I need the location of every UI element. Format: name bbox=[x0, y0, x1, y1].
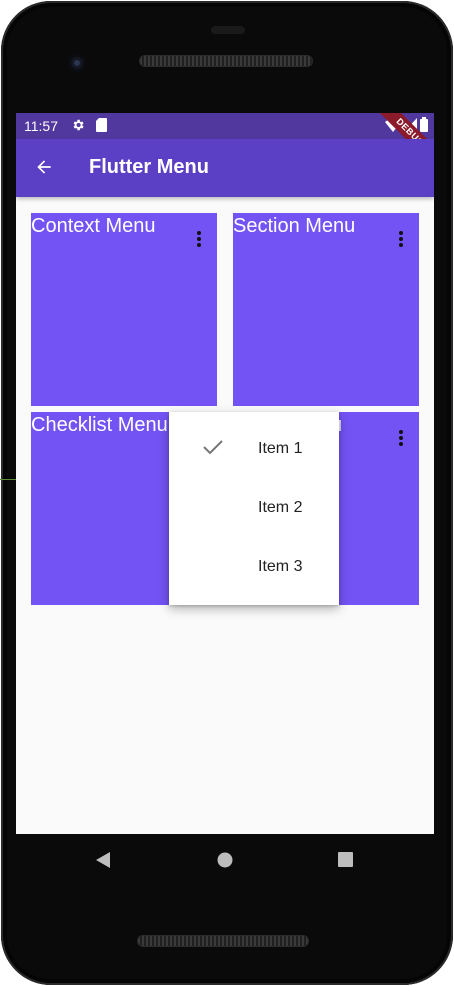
front-camera bbox=[68, 54, 86, 72]
status-bar: 11:57 DEBUG bbox=[16, 113, 434, 174]
popup-menu: Item 1 Item 2 Item 3 bbox=[169, 412, 339, 605]
system-nav-bar bbox=[16, 834, 434, 886]
menu-item-label: Item 1 bbox=[258, 440, 303, 457]
arrow-back-icon[interactable] bbox=[34, 157, 54, 182]
more-vert-icon[interactable] bbox=[398, 230, 404, 253]
gear-icon bbox=[71, 118, 85, 135]
menu-item-3[interactable]: Item 3 bbox=[169, 538, 339, 597]
home-circle-icon[interactable] bbox=[217, 852, 233, 873]
menu-item-label: Item 2 bbox=[258, 499, 303, 516]
card-label: Context Menu bbox=[31, 215, 156, 237]
card-label: Checklist Menu bbox=[31, 414, 168, 436]
context-menu-card[interactable]: Context Menu bbox=[31, 213, 217, 406]
back-triangle-icon[interactable] bbox=[96, 852, 110, 873]
battery-icon bbox=[420, 117, 428, 132]
sd-card-icon bbox=[96, 118, 107, 135]
card-label: Section Menu bbox=[233, 215, 356, 237]
proximity-sensor bbox=[211, 26, 245, 34]
app-bar: Flutter Menu bbox=[16, 139, 434, 197]
check-icon bbox=[203, 439, 223, 460]
app-screen: 11:57 DEBUG Flutter Menu Context Menu Se… bbox=[16, 113, 434, 834]
more-vert-icon[interactable] bbox=[398, 429, 404, 452]
section-menu-card[interactable]: Section Menu bbox=[233, 213, 419, 406]
menu-item-2[interactable]: Item 2 bbox=[169, 479, 339, 538]
menu-item-1[interactable]: Item 1 bbox=[169, 420, 339, 479]
recents-square-icon[interactable] bbox=[338, 852, 353, 872]
bottom-speaker-grille bbox=[138, 936, 308, 946]
top-speaker-grille bbox=[140, 56, 312, 66]
app-bar-title: Flutter Menu bbox=[89, 156, 209, 178]
status-time: 11:57 bbox=[24, 118, 58, 134]
menu-item-label: Item 3 bbox=[258, 558, 303, 575]
more-vert-icon[interactable] bbox=[196, 230, 202, 253]
